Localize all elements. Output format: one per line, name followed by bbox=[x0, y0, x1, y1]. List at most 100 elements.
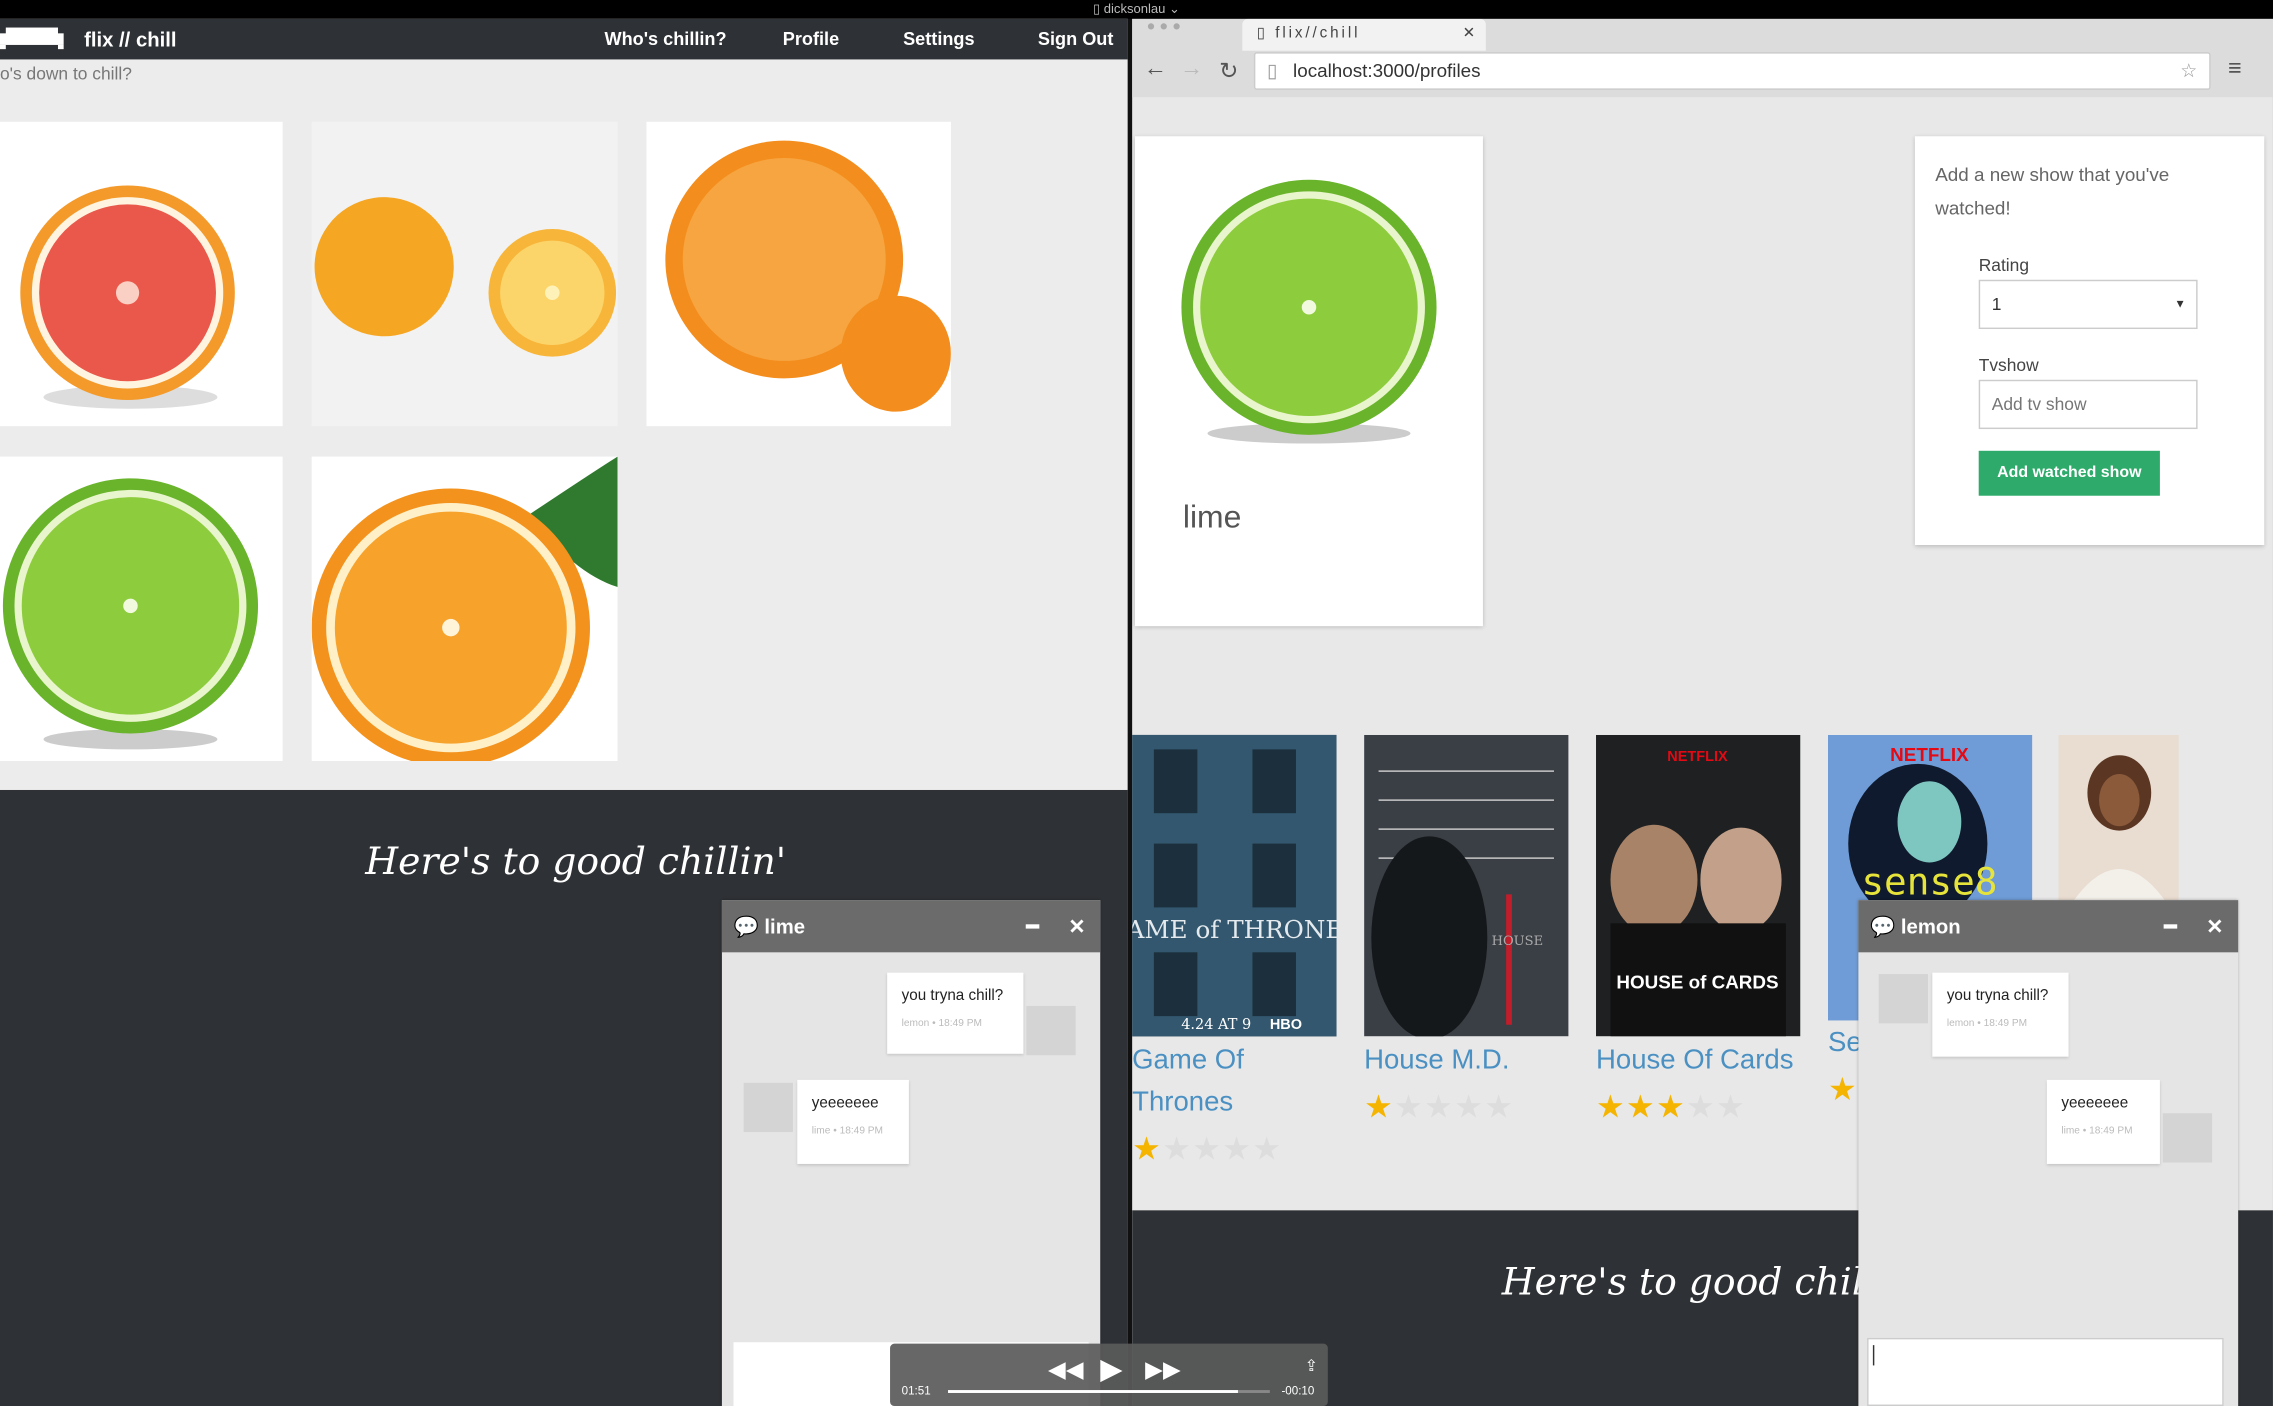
rating-value: 1 bbox=[1991, 294, 2002, 315]
chat-header[interactable]: 💬 lemon ━ ✕ bbox=[1858, 900, 2239, 953]
chevron-down-icon[interactable]: ⌄ bbox=[1165, 1, 1180, 15]
add-watched-show-button[interactable]: Add watched show bbox=[1978, 450, 2160, 496]
remaining-time: -00:10 bbox=[1281, 1384, 1315, 1398]
message-received: yeeeeeee lime • 18:49 PM bbox=[797, 1079, 909, 1164]
rating-stars: ★★★★★ bbox=[1132, 1130, 1283, 1167]
rating-stars: ★★★★★ bbox=[1364, 1088, 1515, 1125]
close-icon[interactable]: ✕ bbox=[1068, 900, 1085, 952]
got-date-text: 4.24 AT 9 bbox=[1181, 1017, 1251, 1033]
mandarin-image bbox=[665, 140, 951, 412]
rating-label: Rating bbox=[1978, 255, 2029, 276]
lime-image bbox=[2, 478, 259, 750]
minimize-icon[interactable]: ━ bbox=[2164, 900, 2176, 952]
got-title-text: GAME of THRONES bbox=[1132, 915, 1336, 944]
back-arrow-icon[interactable]: ← bbox=[1144, 57, 1167, 83]
footer-tagline: Here's to good chillin' bbox=[365, 840, 787, 885]
page-icon: ▯ bbox=[1266, 59, 1278, 82]
poster-game-of-thrones[interactable]: GAME of THRONES 4.24 AT 9 HBO bbox=[1132, 734, 1337, 1037]
chat-bubble-icon: 💬 bbox=[1869, 914, 1896, 938]
add-show-form: Add a new show that you've watched! Rati… bbox=[1914, 136, 2265, 546]
minimize-icon[interactable]: ━ bbox=[1026, 900, 1038, 952]
chat-input[interactable] bbox=[1867, 1337, 2224, 1406]
rating-stars: ★★★★★ bbox=[1596, 1088, 1747, 1125]
show-title-link[interactable]: House Of Cards bbox=[1596, 1039, 1793, 1081]
message-text: you tryna chill? bbox=[901, 987, 1004, 1005]
got-poster-art: GAME of THRONES 4.24 AT 9 HBO bbox=[1132, 734, 1337, 1037]
page-icon: ▯ bbox=[1256, 24, 1269, 43]
message-sent: yeeeeeee lime • 18:49 PM bbox=[2046, 1079, 2160, 1164]
profile-name: lime bbox=[1182, 498, 1242, 535]
tvshow-label: Tvshow bbox=[1978, 355, 2039, 376]
poster-oprah[interactable] bbox=[2058, 734, 2179, 902]
chat-bubble-icon: 💬 bbox=[733, 914, 759, 938]
poster-house-of-cards[interactable]: NETFLIX HOUSE of CARDS bbox=[1596, 734, 1801, 1037]
navbar: flix // chill Who's chillin? Profile Set… bbox=[0, 18, 1128, 60]
reload-icon[interactable]: ↻ bbox=[1219, 57, 1238, 86]
nav-whos-chillin[interactable]: Who's chillin? bbox=[604, 19, 726, 60]
browser-window: ● ● ● ▯ flix//chill ✕ ← → ↻ ▯ localhost:… bbox=[1132, 18, 2273, 1406]
address-bar[interactable]: ▯ localhost:3000/profiles ☆ bbox=[1253, 52, 2211, 90]
footer-tagline: Here's to good chill bbox=[1501, 1261, 1876, 1305]
profile-tile-lime[interactable] bbox=[0, 456, 283, 761]
chat-partner-name: lime bbox=[764, 914, 806, 938]
media-controls: ◀◀ ▶ ▶▶ ⇪ 01:51 -00:10 bbox=[890, 1343, 1328, 1406]
chat-window-lemon: 💬 lemon ━ ✕ you tryna chill? lemon • 18:… bbox=[1858, 900, 2239, 1406]
tab-close-icon[interactable]: ✕ bbox=[1463, 19, 1479, 48]
browser-chrome: ● ● ● ▯ flix//chill ✕ ← → ↻ ▯ localhost:… bbox=[1132, 18, 2273, 98]
message-text: you tryna chill? bbox=[1946, 987, 2049, 1005]
share-icon[interactable]: ⇪ bbox=[1305, 1357, 1318, 1375]
nav-profile[interactable]: Profile bbox=[783, 19, 839, 60]
tab-title: flix//chill bbox=[1275, 24, 1361, 43]
menu-icon[interactable]: ≡ bbox=[2228, 57, 2242, 83]
rating-stars: ★ bbox=[1827, 1071, 1859, 1108]
s8-title-text: sense8 bbox=[1861, 859, 1997, 903]
show-title-link[interactable]: Se bbox=[1828, 1022, 1862, 1064]
show-title-link[interactable]: House M.D. bbox=[1364, 1039, 1509, 1081]
nav-settings[interactable]: Settings bbox=[903, 19, 974, 60]
avatar bbox=[2162, 1113, 2213, 1163]
poster-house-md[interactable]: HOUSE bbox=[1364, 734, 1569, 1037]
os-menu-bar: ▯ dicksonlau ⌄ bbox=[0, 0, 2273, 19]
tvshow-input[interactable] bbox=[1978, 379, 2198, 430]
message-meta: lime • 18:49 PM bbox=[811, 1126, 884, 1137]
profile-tile-mandarin[interactable] bbox=[646, 121, 951, 427]
message-meta: lemon • 18:49 PM bbox=[1946, 1018, 2028, 1030]
os-user-name: dicksonlau bbox=[1103, 1, 1166, 16]
bookmark-star-icon[interactable]: ☆ bbox=[2180, 54, 2197, 89]
close-icon[interactable]: ✕ bbox=[2206, 900, 2223, 952]
hoc-title-text: HOUSE of CARDS bbox=[1616, 972, 1778, 993]
hoc-poster-art: NETFLIX HOUSE of CARDS bbox=[1596, 734, 1801, 1037]
show-title-link[interactable]: Game Of Thrones bbox=[1132, 1039, 1349, 1123]
form-heading: Add a new show that you've watched! bbox=[1935, 163, 2170, 219]
caret-down-icon: ▼ bbox=[2174, 297, 2186, 311]
scrubber-track[interactable] bbox=[948, 1390, 1270, 1393]
couch-logo-icon[interactable] bbox=[0, 26, 64, 50]
forward-arrow-icon[interactable]: → bbox=[1180, 57, 1203, 83]
chat-window-lime: 💬 lime ━ ✕ you tryna chill? lemon • 18:4… bbox=[721, 900, 1101, 1406]
profile-tile-grapefruit[interactable] bbox=[0, 121, 283, 427]
text-cursor bbox=[1872, 1345, 1875, 1366]
avatar bbox=[1026, 1005, 1076, 1056]
chat-partner-name: lemon bbox=[1900, 914, 1961, 938]
message-text: yeeeeeee bbox=[2061, 1094, 2129, 1112]
profile-card: lime bbox=[1135, 136, 1483, 627]
profile-tile-orange[interactable] bbox=[311, 456, 618, 761]
play-icon[interactable]: ▶ bbox=[1100, 1351, 1122, 1387]
nav-sign-out[interactable]: Sign Out bbox=[1038, 19, 1113, 60]
message-meta: lime • 18:49 PM bbox=[2061, 1126, 2133, 1137]
fast-forward-icon[interactable]: ▶▶ bbox=[1145, 1355, 1181, 1384]
tab-flix-chill[interactable]: ▯ flix//chill ✕ bbox=[1242, 18, 1486, 51]
avatar bbox=[743, 1082, 793, 1133]
brand-link[interactable]: flix // chill bbox=[84, 19, 176, 60]
got-network-text: HBO bbox=[1270, 1017, 1302, 1033]
scrubber-fill bbox=[948, 1390, 1238, 1393]
rewind-icon[interactable]: ◀◀ bbox=[1048, 1355, 1084, 1384]
s8-network-text: NETFLIX bbox=[1890, 744, 1969, 765]
window-controls-icon[interactable]: ● ● ● bbox=[1147, 19, 1181, 35]
chat-header[interactable]: 💬 lime ━ ✕ bbox=[721, 900, 1101, 953]
profile-tile-kumquat[interactable] bbox=[311, 121, 618, 427]
profile-lime-image bbox=[1181, 179, 1437, 444]
page-subtitle: o's down to chill? bbox=[0, 63, 132, 85]
house-poster-art: HOUSE bbox=[1364, 734, 1569, 1037]
rating-select[interactable]: 1 ▼ bbox=[1978, 279, 2198, 330]
